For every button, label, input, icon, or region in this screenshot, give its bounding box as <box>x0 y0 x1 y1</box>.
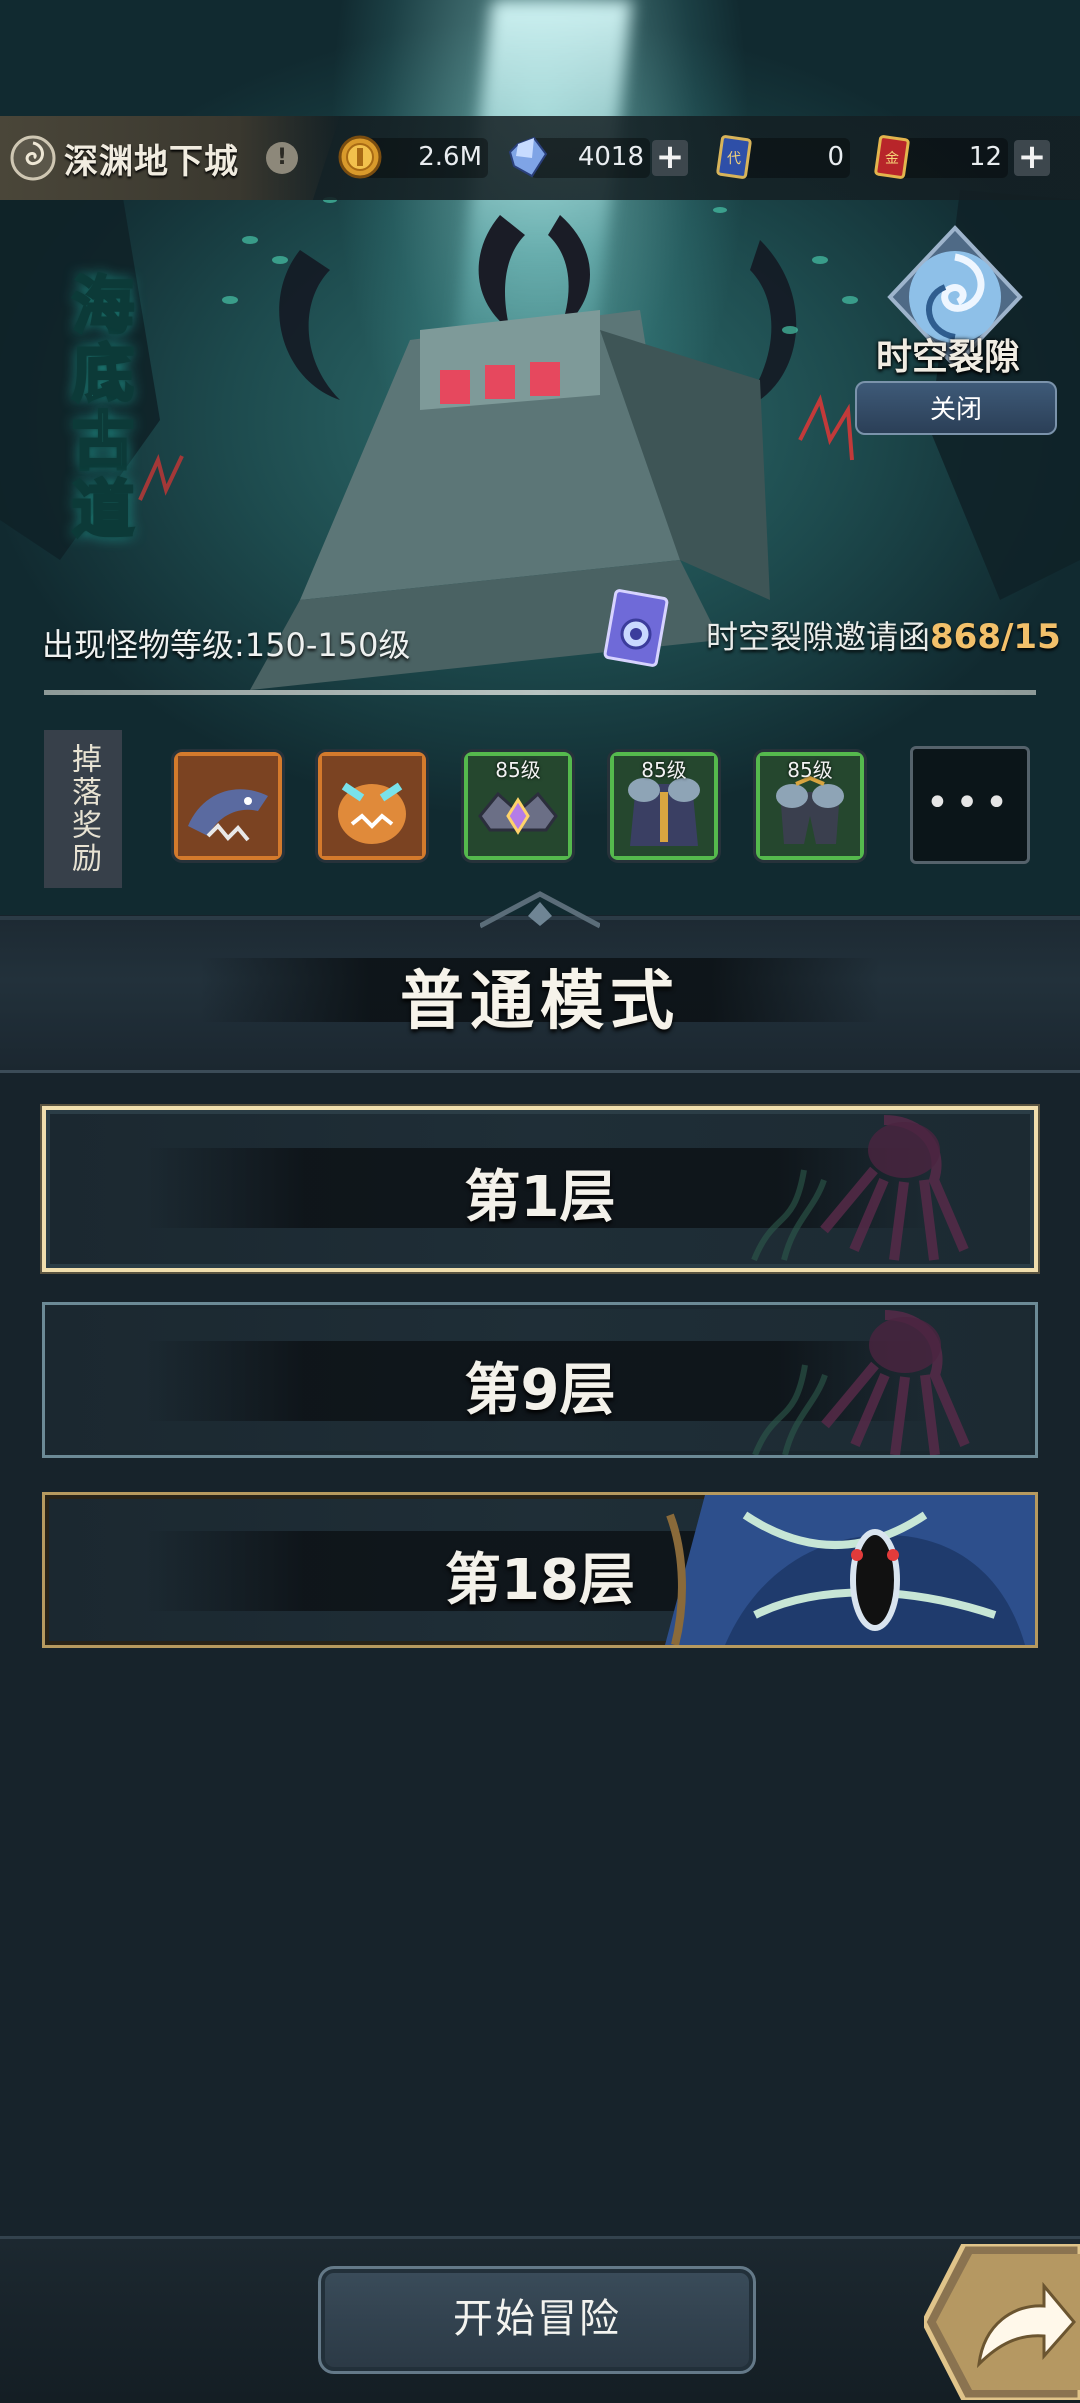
gold-coin-icon <box>338 135 382 179</box>
crystal-value: 4018 <box>577 142 644 172</box>
reward-item[interactable]: 85级 <box>756 752 864 860</box>
divider <box>44 690 1036 695</box>
gold-card-value: 12 <box>968 142 1002 172</box>
gold-card-plus-button[interactable]: + <box>1014 140 1050 176</box>
gold-card-icon: 金 <box>874 135 910 179</box>
crystal-plus-button[interactable]: + <box>652 140 688 176</box>
rift-label: 时空裂隙 <box>876 337 1021 378</box>
reward-level: 85级 <box>641 758 687 782</box>
orange-beast-icon <box>322 756 422 856</box>
reward-item[interactable] <box>174 752 282 860</box>
share-arrow-icon[interactable] <box>924 2244 1080 2400</box>
reward-item[interactable]: 85级 <box>610 752 718 860</box>
voucher-value: 0 <box>827 142 844 172</box>
start-adventure-button[interactable]: 开始冒险 <box>318 2266 756 2374</box>
mode-ornament-icon <box>480 891 600 929</box>
floor-label: 第18层 <box>445 1548 635 1613</box>
reward-item[interactable] <box>318 752 426 860</box>
dungeon-art-title: 海底古道 <box>70 269 135 546</box>
reward-item[interactable]: 85级 <box>464 752 572 860</box>
more-rewards-button[interactable]: ••• <box>910 746 1030 864</box>
gold-value: 2.6M <box>418 142 482 172</box>
dungeon-swirl-icon <box>10 135 56 181</box>
mode-title[interactable]: 普通模式 <box>0 950 1080 1042</box>
invite-letter-icon <box>603 589 669 667</box>
svg-text:金: 金 <box>885 151 899 167</box>
voucher-card-icon: 代 <box>716 135 752 179</box>
crystal-icon <box>508 136 548 178</box>
invite-label: 时空裂隙邀请函868/15 <box>706 612 1061 658</box>
reward-level: 85级 <box>787 758 833 782</box>
dungeon-name: 深渊地下城 <box>64 142 239 182</box>
floor-9-button[interactable]: 第9层 <box>42 1302 1038 1458</box>
svg-text:代: 代 <box>727 151 741 167</box>
rift-close-button[interactable]: 关闭 <box>855 381 1057 435</box>
floor-1-button[interactable]: 第1层 <box>42 1106 1038 1272</box>
info-icon[interactable]: ! <box>266 142 298 174</box>
floor-label: 第9层 <box>464 1358 616 1423</box>
shark-monster-icon <box>178 756 278 856</box>
invite-count: 868/15 <box>930 617 1061 657</box>
drop-rewards-label: 掉落奖励 <box>44 730 122 888</box>
floor-18-button[interactable]: 第18层 <box>42 1492 1038 1648</box>
monster-level-text: 出现怪物等级:150-150级 <box>42 626 411 664</box>
reward-level: 85级 <box>495 758 541 782</box>
invite-label-text: 时空裂隙邀请函 <box>706 618 931 656</box>
floor-label: 第1层 <box>464 1165 616 1230</box>
